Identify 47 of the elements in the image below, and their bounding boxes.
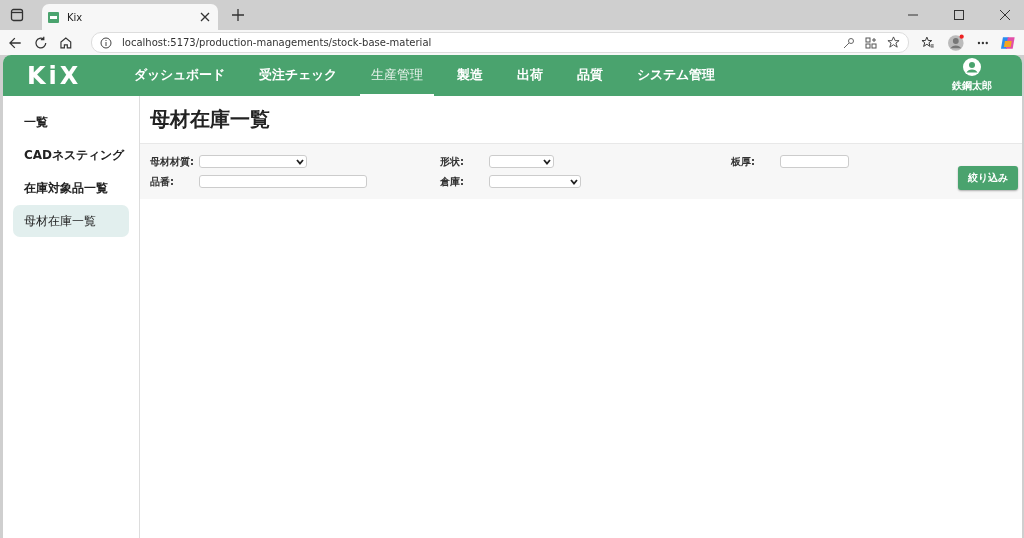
new-tab-icon[interactable] (232, 9, 244, 21)
chevron-icon (570, 178, 578, 185)
close-icon[interactable] (200, 12, 210, 22)
app-icon[interactable] (865, 36, 878, 49)
maximize-icon[interactable] (954, 10, 964, 20)
filter-label: 倉庫: (440, 174, 465, 189)
filter-label: 板厚: (731, 154, 756, 169)
close-icon[interactable] (1000, 10, 1010, 20)
nav-tab[interactable]: 製造 (446, 55, 495, 96)
sidebar-item[interactable]: 在庫対象品一覧 (13, 172, 129, 204)
filter-label: 品番: (150, 174, 175, 189)
select-field[interactable] (489, 175, 581, 188)
nav-tab[interactable]: ダッシュボード (123, 55, 237, 96)
filter-button[interactable]: 絞り込み (958, 165, 1018, 190)
nav-tab[interactable]: 出荷 (506, 55, 555, 96)
star-icon[interactable] (887, 36, 901, 49)
address-bar[interactable]: localhost:5173/production-managements/stock-base-material (91, 32, 910, 53)
tab-actions-icon[interactable] (10, 8, 24, 22)
key-icon[interactable] (843, 36, 856, 49)
favicon-icon (48, 11, 59, 23)
info-icon (100, 36, 112, 49)
browser-tab[interactable]: Kix (42, 4, 218, 30)
sidebar-item[interactable]: 一覧 (13, 106, 129, 138)
select-field[interactable] (489, 155, 554, 168)
favorites-icon[interactable] (921, 35, 936, 50)
nav-tab[interactable]: システム管理 (626, 55, 727, 96)
nav-tab[interactable]: 受注チェック (248, 55, 349, 96)
logo[interactable]: KiX (27, 61, 82, 90)
filter-label: 形状: (440, 154, 465, 169)
nav-tab[interactable]: 生産管理 (360, 55, 435, 96)
chevron-icon (543, 158, 551, 165)
nav-tab[interactable]: 品質 (566, 55, 615, 96)
more-icon[interactable] (976, 40, 989, 45)
chevron-icon (296, 158, 304, 165)
sidebar-item[interactable]: CADネスティング (13, 139, 129, 171)
filter-label: 母材材質: (150, 154, 195, 169)
input-field[interactable] (199, 175, 367, 188)
copilot-icon[interactable] (1000, 34, 1017, 51)
input-field[interactable] (780, 155, 849, 168)
select-field[interactable] (199, 155, 307, 168)
reload-icon[interactable] (33, 35, 48, 50)
back-icon[interactable] (8, 35, 22, 50)
sidebar-item[interactable]: 母材在庫一覧 (13, 205, 129, 237)
profile-icon[interactable] (947, 33, 965, 52)
user-icon[interactable] (963, 58, 981, 76)
user-name: 鉄鋼太郎 (952, 79, 992, 93)
home-icon[interactable] (59, 35, 73, 50)
